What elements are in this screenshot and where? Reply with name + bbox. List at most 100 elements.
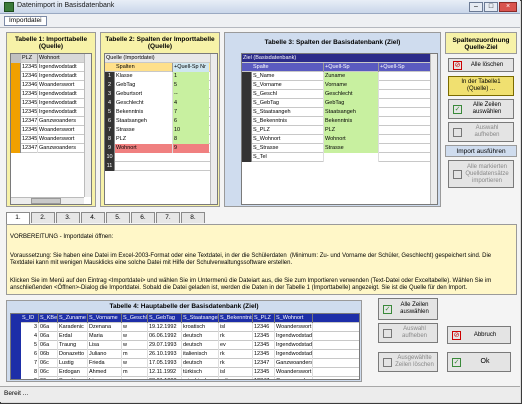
- tab-2[interactable]: 2.: [31, 212, 55, 223]
- table1-header[interactable]: PLZ Wohnort: [11, 54, 91, 63]
- table-row[interactable]: 6 06b Donazetto Juliano m 26.10.1993 italienis…: [11, 350, 359, 359]
- table-row[interactable]: S_Wohnort Wohnort: [242, 135, 437, 144]
- table4-grid[interactable]: S_ID S_KBez S_Zuname S_Vorname S_Geschl S_Geb…: [10, 313, 360, 380]
- table-row[interactable]: 11: [105, 162, 217, 171]
- column-header: S_GebTag: [148, 314, 182, 323]
- table3-header[interactable]: Spalte +Quell-Sp +Quell-Sp: [242, 63, 437, 72]
- import-marked-button[interactable]: Alle markierten Quelldatensätze importie…: [448, 160, 514, 188]
- table-row[interactable]: S_PLZ PLZ: [242, 126, 437, 135]
- table-cell: 12347: [22, 144, 38, 153]
- table-row[interactable]: 3 06a Karadenic Dzenana w 19.12.1992 kroatisch…: [11, 323, 359, 332]
- table-row[interactable]: 12345 Irgendwodstadt: [11, 108, 91, 117]
- table-row[interactable]: 2 GebTag 5: [105, 81, 217, 90]
- table-row[interactable]: 6 Staatsangeh 6: [105, 117, 217, 126]
- table-row[interactable]: 906cSazakiIrinaw08.01.1993griechischorth…: [11, 377, 359, 379]
- info-paragraph-2: Klicken Sie im Menü auf den Eintrag <Imp…: [10, 278, 493, 292]
- table-row[interactable]: 4 06a Erdal Maria w 06.06.1992 deutsch rk 12345 I…: [11, 332, 359, 341]
- table-row[interactable]: 8 PLZ 8: [105, 135, 217, 144]
- table1-hscroll[interactable]: [11, 197, 84, 204]
- table2-subheader[interactable]: Quelle (Importdatei): [105, 54, 217, 63]
- table-cell: Lustig: [58, 359, 88, 368]
- table-cell: GebTag: [324, 99, 379, 108]
- scroll-thumb[interactable]: [31, 198, 61, 204]
- table-cell: [379, 90, 431, 99]
- table-cell: rk: [219, 332, 253, 341]
- maximize-button[interactable]: □: [484, 2, 498, 12]
- tab-3[interactable]: 3.: [56, 212, 80, 223]
- table-row[interactable]: 12347 Ganzwoanders: [11, 144, 91, 153]
- table4-header[interactable]: S_ID S_KBez S_Zuname S_Vorname S_Geschl S_Geb…: [11, 314, 359, 323]
- table-row[interactable]: 12346 Irgendwodstadt: [11, 72, 91, 81]
- tab-6[interactable]: 6.: [131, 212, 155, 223]
- row-header: [11, 63, 21, 72]
- row-header: [11, 99, 21, 108]
- minimize-button[interactable]: –: [469, 2, 483, 12]
- table3-subheader[interactable]: Ziel (Basisdatenbank): [242, 54, 437, 63]
- table-row[interactable]: 3 Geburtsort --: [105, 90, 217, 99]
- table-cell: m: [122, 368, 148, 377]
- table-row[interactable]: 12345 Irgendwodstadt: [11, 99, 91, 108]
- table-cell: 12345: [22, 63, 38, 72]
- t4-select-all-button[interactable]: ✓ Alle Zeilen auswählen: [378, 298, 438, 320]
- tab-strip: 1. 2. 3. 4. 5. 6. 7. 8.: [6, 212, 306, 224]
- close-button[interactable]: ×: [499, 2, 517, 12]
- ok-button[interactable]: ✓ Ok: [447, 352, 511, 372]
- table-row[interactable]: 12345 Woanderswort: [11, 126, 91, 135]
- table2-header[interactable]: Spalten +Quell-Sp Nr: [105, 63, 217, 72]
- into-table1-button[interactable]: In der Tabelle1 (Quelle) ...: [448, 76, 514, 96]
- table-row[interactable]: 1 Klasse 1: [105, 72, 217, 81]
- select-all-rows-button[interactable]: ✓ Alle Zeilen auswählen: [448, 99, 514, 119]
- table-row[interactable]: 12347 Ganzwoanders: [11, 117, 91, 126]
- table-cell: Irgendwodstadt: [276, 332, 313, 341]
- row-header-corner: [11, 54, 21, 63]
- t4-delete-button[interactable]: Ausgewählte Zeilen löschen: [378, 352, 438, 372]
- cancel-button[interactable]: ⊘ Abbruch: [447, 326, 511, 344]
- clear-all-button[interactable]: ⊘ Alle löschen: [448, 58, 514, 72]
- table-row[interactable]: S_Strasse Strasse: [242, 144, 437, 153]
- table-cell: GebTag: [115, 81, 173, 90]
- table2-vscroll[interactable]: [210, 54, 217, 204]
- deselect-button[interactable]: Auswahl aufheben: [448, 122, 514, 142]
- table-cell: 7: [21, 359, 39, 368]
- row-header: [242, 90, 252, 99]
- table-row[interactable]: 12345 Irgendwodstadt: [11, 90, 91, 99]
- table-row[interactable]: 9 Wohnort 9: [105, 144, 217, 153]
- table-row[interactable]: 5 Bekenntnis 7: [105, 108, 217, 117]
- table-row[interactable]: 10: [105, 153, 217, 162]
- table-row[interactable]: 12345 Irgendwodstadt: [11, 63, 91, 72]
- table-row[interactable]: S_Tel: [242, 153, 437, 162]
- menu-importdatei[interactable]: Importdatei: [4, 16, 47, 26]
- table3-grid[interactable]: Ziel (Basisdatenbank) Spalte +Quell-Sp +Que…: [241, 53, 438, 205]
- t4-deselect-button[interactable]: Auswahl aufheben: [378, 323, 438, 343]
- table1-grid[interactable]: PLZ Wohnort 12345 Irgendwodstadt 12346 Irgend…: [10, 53, 92, 205]
- table-row[interactable]: S_GebTag GebTag: [242, 99, 437, 108]
- status-bar: Bereit ...: [0, 386, 520, 402]
- table-row[interactable]: S_Name Zuname: [242, 72, 437, 81]
- table1-vscroll[interactable]: [84, 54, 91, 197]
- table-row[interactable]: 8 06c Erdogan Ahmed m 12.11.1992 türkisch isl 12…: [11, 368, 359, 377]
- tab-8[interactable]: 8.: [181, 212, 205, 223]
- table-row[interactable]: S_Staatsangeh Staatsangeh: [242, 108, 437, 117]
- tab-4[interactable]: 4.: [81, 212, 105, 223]
- table-row[interactable]: 12345 Woanderswort: [11, 135, 91, 144]
- row-header: [242, 153, 252, 162]
- table-cell: [379, 126, 431, 135]
- table-row[interactable]: S_Geschl Geschlecht: [242, 90, 437, 99]
- table-row[interactable]: S_Bekenntnis Bekenntnis: [242, 117, 437, 126]
- row-header: [242, 135, 252, 144]
- tab-1[interactable]: 1.: [6, 212, 30, 224]
- table-row[interactable]: 7 06c Lustig Frieda w 17.05.1993 deutsch rk 1234…: [11, 359, 359, 368]
- table-row[interactable]: 4 Geschlecht 4: [105, 99, 217, 108]
- table2-grid[interactable]: Quelle (Importdatei) Spalten +Quell-Sp Nr 1…: [104, 53, 218, 205]
- table-cell: [379, 81, 431, 90]
- table-row[interactable]: 7 Strasse 10: [105, 126, 217, 135]
- table-row[interactable]: 12346 Woanderswort: [11, 81, 91, 90]
- table-cell: 12345: [22, 108, 38, 117]
- table-row[interactable]: S_Vorname Vorname: [242, 81, 437, 90]
- tab-7[interactable]: 7.: [156, 212, 180, 223]
- table-row[interactable]: 5 06a Traung Lisa w 29.07.1993 deutsch ev 12345 I…: [11, 341, 359, 350]
- row-header: 7: [105, 126, 115, 135]
- tab-5[interactable]: 5.: [106, 212, 130, 223]
- row-header: [11, 350, 21, 359]
- table3-vscroll[interactable]: [430, 54, 437, 204]
